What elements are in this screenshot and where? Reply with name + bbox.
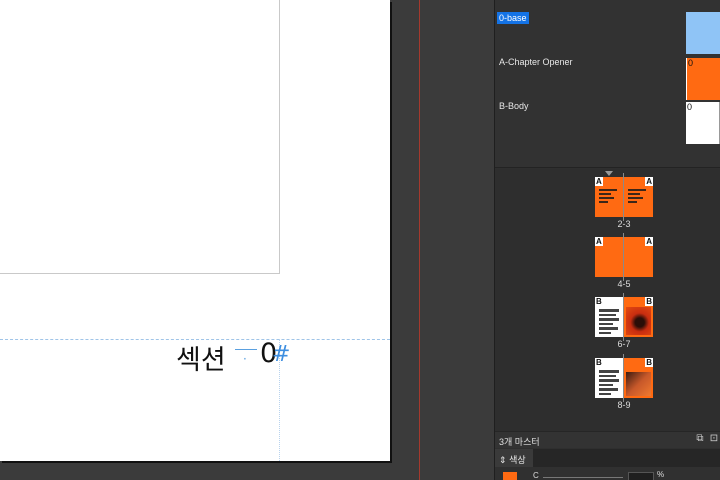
masters-section: 0-base A-Chapter Opener 0 B-Body 0 [495,0,720,168]
master-item[interactable]: B-Body 0 [495,98,720,144]
text-frame[interactable] [0,0,280,274]
master-thumb-letter: 0 [688,58,694,68]
page-thumbnail-right[interactable]: B [624,358,653,398]
applied-master-letter: B [595,297,603,306]
applied-master-letter: B [595,358,603,367]
photo-placeholder [626,372,651,396]
page-number-marker: # [272,342,291,367]
master-thumbnail[interactable]: 0 [686,102,720,144]
indesign-window: 섹션 · 0 # 0-base A-Chapter Opener 0 B-Body 0 … [0,0,720,480]
text-block [599,309,619,336]
anchor-dot: · [243,352,247,366]
master-label: A-Chapter Opener [499,57,573,67]
spread-page-numbers: 6-7 [617,339,631,349]
applied-master-letter: A [595,237,603,246]
section-label: 섹션 [176,345,226,376]
spread-page-numbers: 4-5 [617,279,631,289]
text-block [599,370,619,397]
expand-collapse-icon[interactable]: ⇕ [499,455,507,465]
insert-point-arrow [605,171,613,176]
master-item[interactable]: A-Chapter Opener 0 [495,54,720,100]
applied-master-letter: A [595,177,603,186]
spread-spine [623,354,624,402]
master-count-status: 3개 마스터 [499,437,540,447]
master-label: 0-base [497,12,529,24]
new-page-icon[interactable]: ⧉ [693,433,707,444]
master-thumb-letter: 0 [687,102,693,112]
footer-icons: ⧉ ⊡ [693,433,720,444]
page-spread[interactable]: AA [595,173,653,221]
photo-placeholder [626,307,651,335]
text-block [628,189,648,205]
master-thumbnail[interactable] [686,12,720,54]
tab-color-label: 색상 [509,455,526,465]
page-thumbnail-left[interactable]: B [595,297,624,337]
percent-label: % [657,470,665,479]
tab-color[interactable]: ⇕ 색상 [495,449,533,467]
page-spread[interactable]: BB [595,354,653,402]
page-spread[interactable]: BB [595,293,653,341]
page-spread[interactable]: AA [595,233,653,281]
page-thumbnail-left[interactable]: B [595,358,624,398]
pasteboard[interactable]: 섹션 · 0 # [0,0,494,480]
color-panel-row: C % [495,467,720,480]
page-thumbnail-left[interactable]: A [595,177,624,217]
cyan-slider[interactable] [543,477,623,478]
page-thumbnail-left[interactable]: A [595,237,624,277]
spread-spine [623,293,624,341]
page-thumbnail-right[interactable]: A [624,237,653,277]
delete-page-icon[interactable]: ⊡ [707,433,720,444]
fill-swatch[interactable] [503,472,517,480]
text-block [599,189,619,205]
master-thumbnail[interactable]: 0 [686,58,720,100]
pages-panel: 0-base A-Chapter Opener 0 B-Body 0 A A 2-3 A A 4-… [494,0,720,480]
page-thumbnail-right[interactable]: B [624,297,653,337]
applied-master-letter: B [645,358,653,367]
cyan-channel-label: C [533,471,539,480]
spread-page-numbers: 8-9 [617,400,631,410]
applied-master-letter: B [645,297,653,306]
panel-footer: 3개 마스터 ⧉ ⊡ [495,431,720,448]
spread-spine [623,173,624,221]
page-thumbnail-right[interactable]: A [624,177,653,217]
master-label: B-Body [499,101,529,111]
applied-master-letter: A [645,237,653,246]
color-panel-tabbar: ⇕ 색상 [495,449,720,467]
applied-master-letter: A [645,177,653,186]
document-page[interactable]: 섹션 · 0 # [0,0,390,461]
pages-section[interactable]: A A 2-3 A A 4-5 B B 6-7 B B 8-9 [495,169,720,431]
master-item[interactable]: 0-base [495,10,720,54]
anchor-line [235,349,257,350]
bleed-guide [419,0,420,480]
cyan-value-input[interactable] [628,472,654,480]
spread-page-numbers: 2-3 [617,219,631,229]
spread-spine [623,233,624,281]
